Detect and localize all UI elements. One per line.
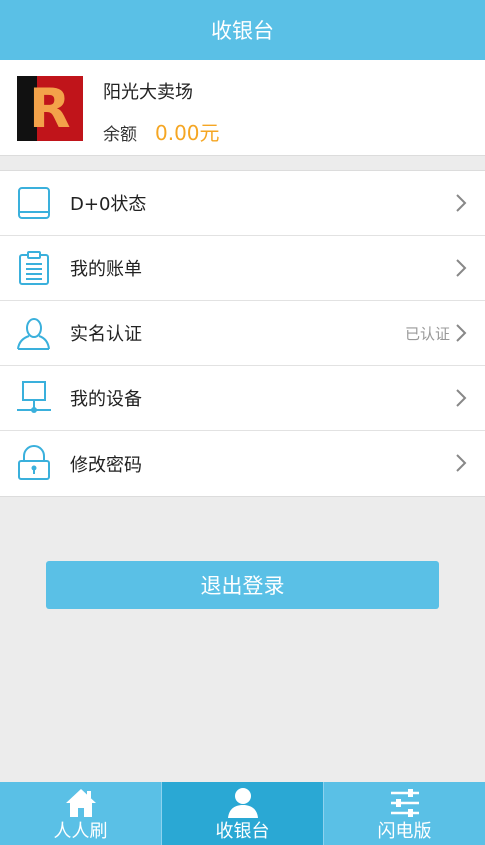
book-icon — [18, 187, 50, 219]
user-icon — [17, 318, 50, 350]
clipboard-icon — [19, 251, 49, 285]
merchant-profile: R 阳光大卖场 余额 0.00元 — [0, 60, 485, 156]
tab-lightning[interactable]: 闪电版 — [324, 782, 485, 845]
merchant-logo: R — [17, 76, 83, 141]
menu-label: 修改密码 — [70, 454, 142, 476]
person-icon — [227, 788, 258, 818]
device-icon — [17, 381, 51, 413]
menu-item-d0-status[interactable]: D+0状态 — [0, 171, 485, 236]
chevron-right-icon — [456, 454, 467, 472]
tab-label: 人人刷 — [53, 821, 108, 842]
menu-item-change-password[interactable]: 修改密码 — [0, 431, 485, 496]
menu-label: 我的账单 — [70, 259, 142, 280]
settings-menu: D+0状态 我的账单 实名认证 已认证 我的设备 修改密码 — [0, 170, 485, 497]
chevron-right-icon — [456, 324, 467, 342]
sliders-icon — [390, 789, 419, 817]
chevron-right-icon — [456, 389, 467, 407]
menu-label: D+0状态 — [70, 194, 147, 215]
page-title: 收银台 — [211, 19, 274, 43]
tab-renrenshua[interactable]: 人人刷 — [0, 782, 162, 845]
chevron-right-icon — [456, 194, 467, 212]
lock-icon — [18, 445, 50, 480]
tab-cashier[interactable]: 收银台 — [162, 782, 324, 845]
app-header: 收银台 — [0, 0, 485, 60]
merchant-name: 阳光大卖场 — [103, 82, 193, 103]
balance-value: 0.00元 — [155, 121, 220, 145]
bottom-tab-bar: 人人刷 收银台 闪电版 — [0, 782, 485, 845]
verification-status: 已认证 — [404, 324, 450, 343]
tab-label: 闪电版 — [377, 821, 432, 842]
logout-button[interactable]: 退出登录 — [46, 561, 439, 609]
menu-item-my-bill[interactable]: 我的账单 — [0, 236, 485, 301]
logo-letter: R — [29, 77, 71, 140]
menu-item-my-devices[interactable]: 我的设备 — [0, 366, 485, 431]
balance-label: 余额 — [103, 125, 137, 145]
menu-label: 我的设备 — [70, 389, 142, 410]
menu-label: 实名认证 — [70, 324, 142, 345]
home-icon — [65, 789, 96, 817]
chevron-right-icon — [456, 259, 467, 277]
menu-item-verification[interactable]: 实名认证 已认证 — [0, 301, 485, 366]
tab-label: 收银台 — [215, 821, 270, 842]
